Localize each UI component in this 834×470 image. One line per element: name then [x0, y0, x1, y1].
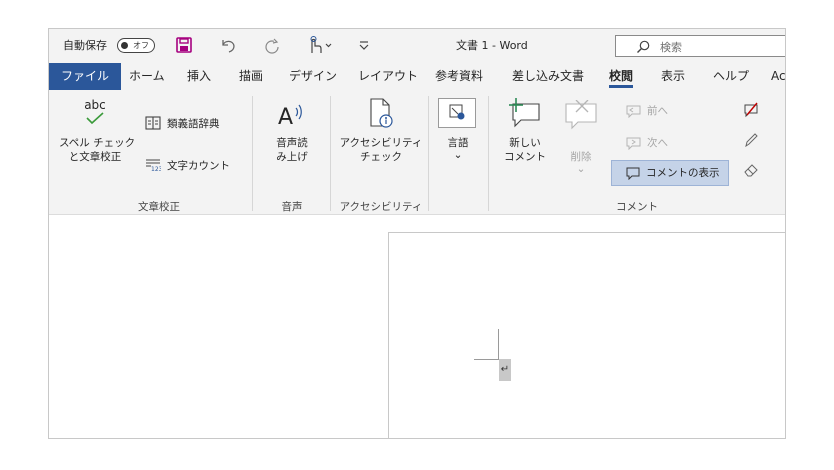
svg-text:A: A — [278, 105, 293, 130]
previous-label: 前へ — [647, 105, 668, 117]
autosave-state: オフ — [133, 41, 149, 50]
accessibility-label-1: アクセシビリティ — [339, 137, 423, 149]
paragraph-mark: ↵ — [499, 359, 511, 381]
accessibility-doc-icon — [369, 98, 395, 130]
word-count-icon: 123 — [145, 158, 161, 172]
svg-text:123: 123 — [151, 166, 161, 172]
new-comment-label-1: 新しい — [509, 137, 541, 149]
delete-comment-button[interactable]: 削除 ⌄ — [557, 98, 607, 176]
autosave-toggle[interactable]: オフ — [117, 38, 155, 53]
tab-help[interactable]: ヘルプ — [713, 63, 749, 90]
tab-design[interactable]: デザイン — [289, 63, 337, 90]
tab-view[interactable]: 表示 — [661, 63, 685, 90]
next-comment-icon — [625, 136, 641, 150]
tab-review[interactable]: 校閲 — [609, 63, 634, 90]
word-count-label: 文字カウント — [167, 160, 230, 172]
title-bar: 自動保存 オフ 文書 1 - Word 検索 — [49, 29, 785, 63]
accessibility-label-2: チェック — [360, 151, 402, 163]
previous-comment-button[interactable]: 前へ — [625, 102, 685, 122]
margin-corner-marker — [474, 329, 499, 360]
search-icon — [636, 40, 650, 54]
document-title: 文書 1 - Word — [456, 39, 528, 52]
autosave-label: 自動保存 — [63, 39, 107, 52]
accessibility-check-button[interactable]: アクセシビリティ チェック — [337, 98, 425, 176]
group-separator — [330, 96, 331, 211]
checkmark-icon — [86, 112, 104, 125]
spelling-grammar-button[interactable]: abc スペル チェック と文章校正 — [59, 98, 135, 168]
group-label-comments: コメント — [616, 201, 658, 213]
tab-references[interactable]: 参考資料 — [435, 63, 483, 90]
word-window: 自動保存 オフ 文書 1 - Word 検索 ファイル ホーム 挿入 描画 デザ… — [48, 28, 786, 439]
spelling-label-2: と文章校正 — [68, 151, 122, 163]
next-label: 次へ — [647, 137, 668, 149]
document-page[interactable]: ↵ — [388, 232, 785, 438]
group-separator — [252, 96, 253, 211]
show-comments-icon — [626, 167, 640, 180]
delete-chevron-icon: ⌄ — [576, 163, 586, 175]
search-placeholder: 検索 — [660, 41, 682, 54]
tab-mailings[interactable]: 差し込み文書 — [512, 63, 584, 90]
new-comment-label-2: コメント — [504, 151, 546, 163]
tab-file[interactable]: ファイル — [49, 63, 122, 90]
new-comment-icon — [507, 98, 541, 128]
group-label-accessibility: アクセシビリティ — [339, 201, 423, 213]
thesaurus-button[interactable]: 類義語辞典 — [145, 114, 255, 134]
ribbon-tabs: ファイル ホーム 挿入 描画 デザイン レイアウト 参考資料 差し込み文書 校閲… — [49, 63, 785, 90]
thesaurus-label: 類義語辞典 — [167, 118, 220, 130]
save-icon[interactable] — [176, 37, 192, 53]
delete-comment-icon — [564, 100, 598, 130]
group-label-proofing: 文章校正 — [138, 201, 180, 213]
tab-acrobat[interactable]: Ac — [771, 63, 785, 90]
language-button[interactable]: 言語 ⌄ — [437, 96, 481, 170]
new-comment-button[interactable]: 新しい コメント — [501, 98, 551, 176]
tab-insert[interactable]: 挿入 — [187, 63, 211, 90]
search-box[interactable]: 検索 — [615, 35, 785, 57]
read-aloud-label-2: み上げ — [276, 151, 308, 163]
read-aloud-icon: A — [277, 100, 307, 130]
document-canvas[interactable]: ↵ — [49, 215, 785, 438]
spelling-label-1: スペル チェック — [59, 137, 136, 149]
abc-label: abc — [84, 98, 106, 112]
customize-qat-icon[interactable] — [358, 38, 370, 52]
word-count-button[interactable]: 123 文字カウント — [145, 156, 255, 176]
show-comments-button[interactable]: コメントの表示 — [611, 160, 729, 186]
language-icon — [438, 98, 476, 128]
language-chevron-icon: ⌄ — [453, 149, 463, 161]
read-aloud-label-1: 音声読 — [276, 137, 308, 149]
toggle-knob — [121, 42, 128, 49]
tab-home[interactable]: ホーム — [129, 63, 165, 90]
tab-draw[interactable]: 描画 — [239, 63, 263, 90]
group-separator — [488, 96, 489, 211]
ribbon-review: abc スペル チェック と文章校正 類義語辞典 123 文字カウント 文章校正… — [49, 90, 785, 215]
next-comment-button[interactable]: 次へ — [625, 134, 685, 154]
thesaurus-book-icon — [145, 116, 161, 130]
group-label-speech: 音声 — [281, 201, 303, 213]
tab-layout[interactable]: レイアウト — [358, 63, 418, 90]
group-separator — [428, 96, 429, 211]
pen-icon[interactable] — [743, 132, 759, 148]
undo-icon[interactable] — [219, 37, 237, 53]
eraser-icon[interactable] — [743, 162, 759, 178]
show-comments-label: コメントの表示 — [646, 167, 720, 179]
erase-ink-icon[interactable] — [743, 102, 759, 118]
redo-icon[interactable] — [263, 37, 281, 54]
read-aloud-button[interactable]: A 音声読 み上げ — [267, 98, 317, 176]
previous-comment-icon — [625, 104, 641, 118]
touch-mode-icon[interactable] — [307, 36, 333, 54]
